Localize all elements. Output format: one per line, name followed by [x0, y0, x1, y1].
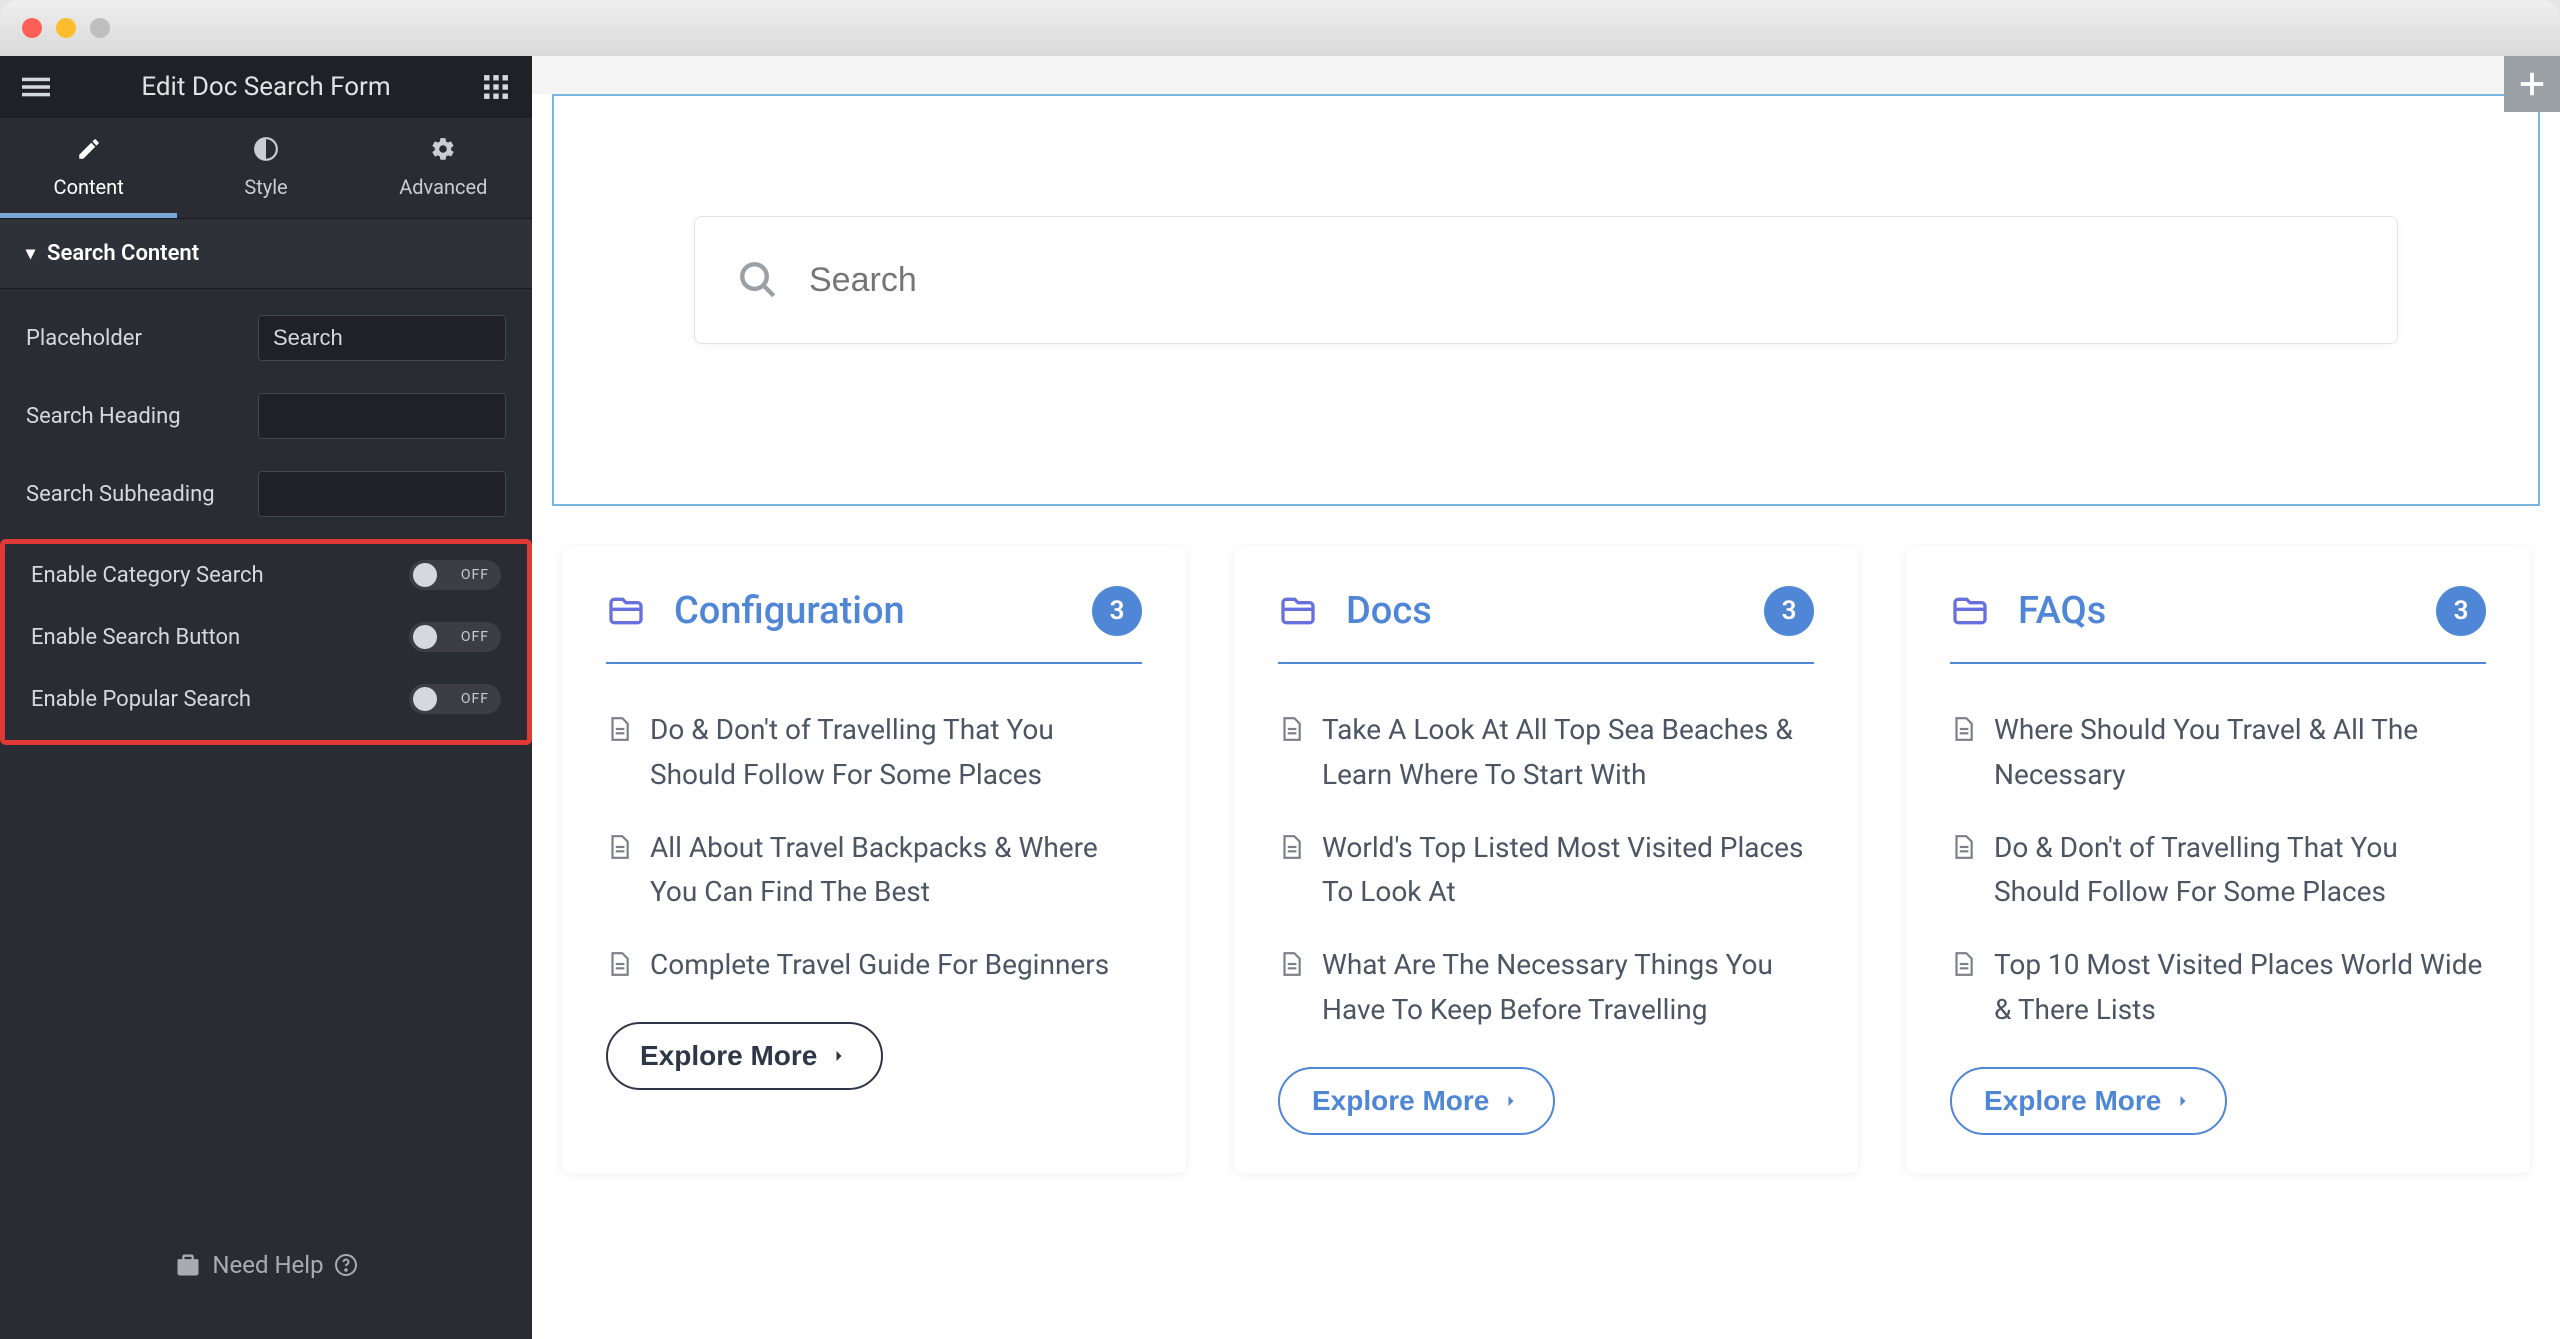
enable-search-button-label: Enable Search Button — [31, 625, 240, 650]
tab-style[interactable]: Style — [177, 118, 354, 218]
menu-icon[interactable] — [20, 71, 52, 103]
article-link[interactable]: Top 10 Most Visited Places World Wide & … — [1950, 929, 2486, 1047]
editor-canvas: Configuration 3 Do & Don't of Travelling… — [532, 56, 2560, 1339]
document-icon — [1950, 951, 1976, 977]
category-cards-row: Configuration 3 Do & Don't of Travelling… — [532, 506, 2560, 1173]
enable-category-search-label: Enable Category Search — [31, 563, 264, 588]
control-enable-category-search: Enable Category Search OFF — [31, 544, 501, 606]
article-link[interactable]: Complete Travel Guide For Beginners — [606, 929, 1142, 1002]
category-card-configuration: Configuration 3 Do & Don't of Travelling… — [562, 546, 1186, 1173]
chevron-right-icon — [1501, 1091, 1521, 1111]
highlighted-toggles: Enable Category Search OFF Enable Search… — [0, 539, 532, 745]
card-article-list: Where Should You Travel & All The Necess… — [1950, 664, 2486, 1067]
tab-advanced[interactable]: Advanced — [355, 118, 532, 218]
control-enable-popular-search: Enable Popular Search OFF — [31, 668, 501, 730]
sidebar-tabs: Content Style Advanced — [0, 118, 532, 219]
document-icon — [1950, 716, 1976, 742]
card-title: FAQs — [2018, 589, 2408, 633]
toggle-knob — [413, 563, 437, 587]
card-article-list: Take A Look At All Top Sea Beaches & Lea… — [1278, 664, 1814, 1067]
category-card-faqs: FAQs 3 Where Should You Travel & All The… — [1906, 546, 2530, 1173]
plus-icon — [2517, 69, 2547, 99]
folder-icon — [606, 591, 646, 631]
chevron-right-icon — [2173, 1091, 2193, 1111]
document-icon — [606, 834, 632, 860]
enable-search-button-toggle[interactable]: OFF — [409, 622, 501, 652]
article-link[interactable]: Do & Don't of Travelling That You Should… — [606, 694, 1142, 812]
enable-category-search-toggle[interactable]: OFF — [409, 560, 501, 590]
sidebar-title: Edit Doc Search Form — [52, 72, 480, 102]
explore-more-button[interactable]: Explore More — [1278, 1067, 1555, 1135]
card-title: Docs — [1346, 589, 1736, 633]
document-icon — [1278, 951, 1304, 977]
placeholder-input[interactable] — [258, 315, 506, 361]
controls-group: Placeholder Search Heading Search Subhea… — [0, 289, 532, 533]
tab-content[interactable]: Content — [0, 118, 177, 218]
explore-more-button[interactable]: Explore More — [1950, 1067, 2227, 1135]
card-header: Configuration 3 — [606, 586, 1142, 664]
editor-sidebar: Edit Doc Search Form Content Style — [0, 56, 532, 1339]
toggle-knob — [413, 687, 437, 711]
category-card-docs: Docs 3 Take A Look At All Top Sea Beache… — [1234, 546, 1858, 1173]
enable-popular-search-label: Enable Popular Search — [31, 687, 251, 712]
search-subheading-label: Search Subheading — [26, 482, 215, 507]
mac-titlebar — [0, 0, 2560, 56]
search-icon — [737, 259, 779, 301]
card-count-badge: 3 — [1092, 586, 1142, 636]
search-heading-label: Search Heading — [26, 404, 181, 429]
folder-icon — [1950, 591, 1990, 631]
toggle-knob — [413, 625, 437, 649]
search-input[interactable] — [809, 261, 2355, 300]
need-help-link[interactable]: Need Help — [0, 1191, 532, 1339]
article-link[interactable]: All About Travel Backpacks & Where You C… — [606, 812, 1142, 930]
chevron-right-icon — [829, 1046, 849, 1066]
pencil-icon — [0, 136, 177, 169]
document-icon — [606, 716, 632, 742]
control-placeholder: Placeholder — [26, 299, 506, 377]
card-title: Configuration — [674, 589, 1064, 633]
explore-more-button[interactable]: Explore More — [606, 1022, 883, 1090]
section-header-search-content[interactable]: Search Content — [0, 219, 532, 289]
search-heading-input[interactable] — [258, 393, 506, 439]
folder-icon — [1278, 591, 1318, 631]
article-link[interactable]: Where Should You Travel & All The Necess… — [1950, 694, 2486, 812]
article-link[interactable]: What Are The Necessary Things You Have T… — [1278, 929, 1814, 1047]
search-subheading-input[interactable] — [258, 471, 506, 517]
search-widget-section[interactable] — [552, 94, 2540, 506]
maximize-window-dot[interactable] — [90, 18, 110, 38]
control-search-subheading: Search Subheading — [26, 455, 506, 533]
grid-icon[interactable] — [480, 71, 512, 103]
enable-popular-search-toggle[interactable]: OFF — [409, 684, 501, 714]
minimize-window-dot[interactable] — [56, 18, 76, 38]
card-count-badge: 3 — [1764, 586, 1814, 636]
card-header: FAQs 3 — [1950, 586, 2486, 664]
control-search-heading: Search Heading — [26, 377, 506, 455]
add-section-button[interactable] — [2504, 56, 2560, 112]
control-enable-search-button: Enable Search Button OFF — [31, 606, 501, 668]
preview-container: Configuration 3 Do & Don't of Travelling… — [532, 94, 2560, 1339]
card-header: Docs 3 — [1278, 586, 1814, 664]
gear-icon — [355, 136, 532, 169]
placeholder-label: Placeholder — [26, 326, 142, 351]
document-icon — [1278, 834, 1304, 860]
article-link[interactable]: Do & Don't of Travelling That You Should… — [1950, 812, 2486, 930]
sidebar-header: Edit Doc Search Form — [0, 56, 532, 118]
card-article-list: Do & Don't of Travelling That You Should… — [606, 664, 1142, 1022]
contrast-icon — [177, 136, 354, 169]
app-window: Edit Doc Search Form Content Style — [0, 0, 2560, 1339]
search-box — [694, 216, 2398, 344]
article-link[interactable]: World's Top Listed Most Visited Places T… — [1278, 812, 1814, 930]
card-count-badge: 3 — [2436, 586, 2486, 636]
plugin-icon — [174, 1251, 202, 1279]
article-link[interactable]: Take A Look At All Top Sea Beaches & Lea… — [1278, 694, 1814, 812]
close-window-dot[interactable] — [22, 18, 42, 38]
question-circle-icon — [334, 1253, 358, 1277]
document-icon — [606, 951, 632, 977]
document-icon — [1278, 716, 1304, 742]
document-icon — [1950, 834, 1976, 860]
